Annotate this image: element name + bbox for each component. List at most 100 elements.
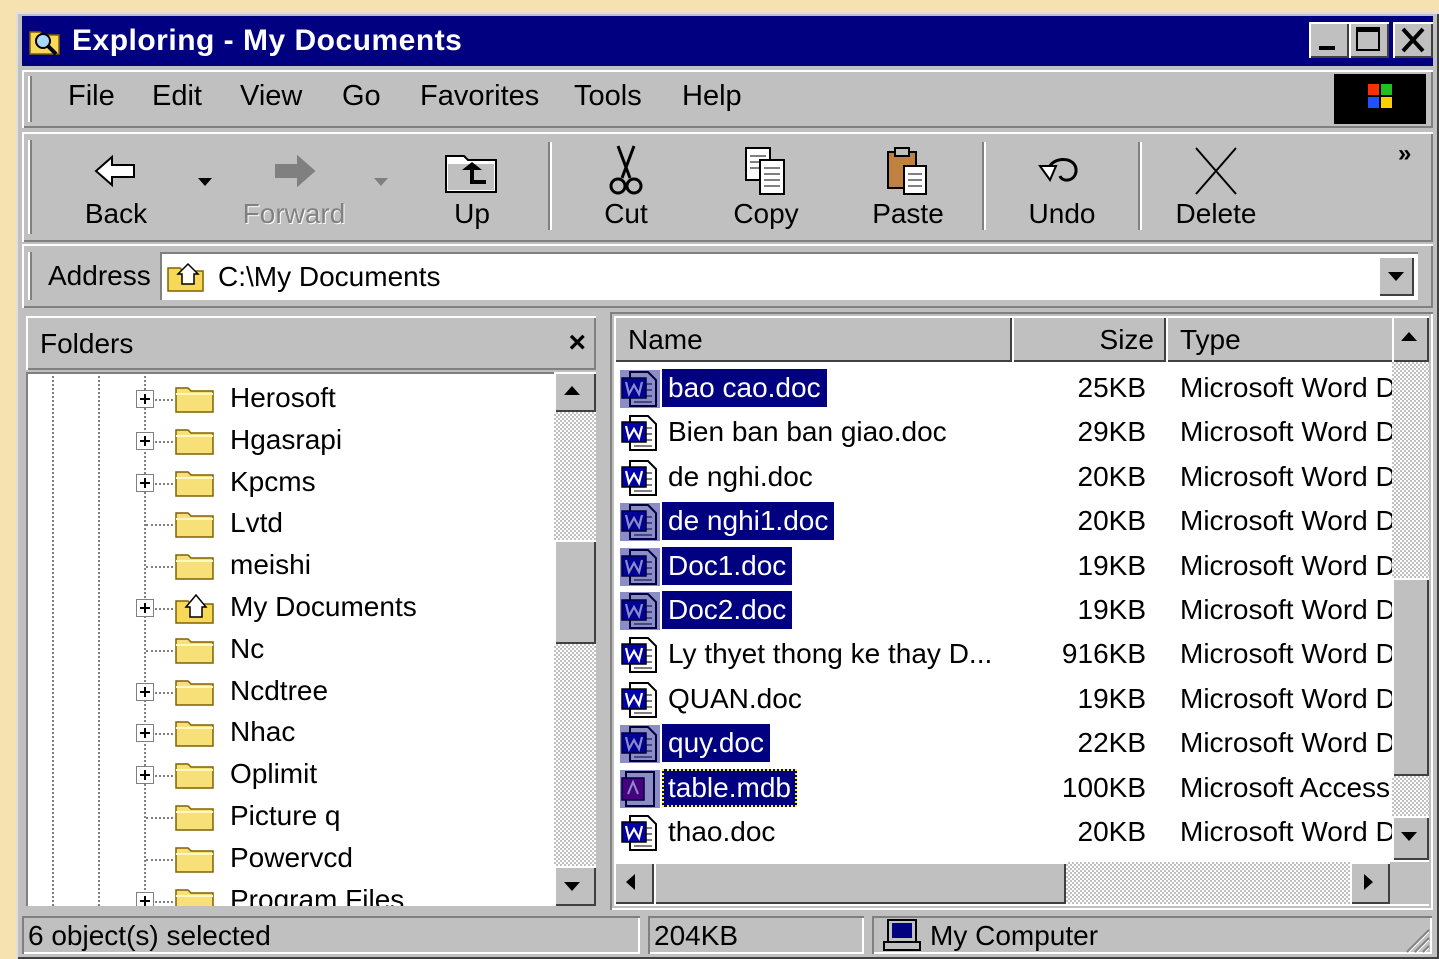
expand-plus-icon[interactable] (136, 473, 154, 492)
toolbar-separator (982, 142, 986, 230)
tree-item[interactable]: Nhac (26, 712, 554, 754)
expand-plus-icon[interactable] (136, 766, 154, 785)
minimize-button[interactable] (1309, 22, 1349, 58)
scroll-up-button[interactable] (1392, 316, 1429, 362)
menu-edit[interactable]: Edit (146, 80, 208, 113)
back-dropdown-arrow[interactable] (198, 178, 212, 186)
toolbar-separator (548, 142, 552, 230)
file-type: Microsoft Word D (1180, 505, 1394, 537)
file-name: Doc1.doc (662, 546, 793, 585)
maximize-button[interactable] (1349, 22, 1389, 58)
column-header-type[interactable]: Type (1166, 316, 1394, 362)
scroll-thumb[interactable] (654, 862, 1066, 904)
tree-connector (146, 817, 173, 819)
file-row[interactable]: Doc1.doc 19KB Microsoft Word D (614, 544, 1394, 588)
folder-tree-scrollbar[interactable] (554, 372, 596, 906)
file-row[interactable]: Ly thyet thong ke thay D... 916KB Microsof… (614, 632, 1394, 676)
folders-close-icon[interactable]: × (568, 326, 586, 360)
back-button[interactable]: Back (56, 138, 176, 234)
file-row[interactable]: bao cao.doc 25KB Microsoft Word D (614, 366, 1394, 410)
file-row[interactable]: Bien ban ban giao.doc 29KB Microsoft Word … (614, 410, 1394, 454)
tree-item[interactable]: Lvtd (26, 503, 554, 545)
scroll-down-button[interactable] (1392, 816, 1429, 860)
scroll-thumb[interactable] (554, 540, 596, 644)
file-row[interactable]: quy.doc 22KB Microsoft Word D (614, 721, 1394, 765)
menu-help[interactable]: Help (676, 80, 748, 113)
tree-item[interactable]: Ncdtree (26, 671, 554, 713)
resize-grip-icon[interactable] (1401, 924, 1431, 954)
file-row[interactable]: table.mdb 100KB Microsoft Access (614, 766, 1394, 810)
file-name: bao cao.doc (662, 369, 827, 407)
tree-item[interactable]: Kpcms (26, 462, 554, 504)
menu-tools[interactable]: Tools (568, 80, 648, 113)
tree-item[interactable]: Hgasrapi (26, 420, 554, 462)
tree-item[interactable]: Program Files (26, 880, 554, 906)
file-row[interactable]: Doc2.doc 19KB Microsoft Word D (614, 588, 1394, 632)
file-row[interactable]: QUAN.doc 19KB Microsoft Word D (614, 677, 1394, 721)
up-label: Up (454, 198, 490, 229)
toolbar-grip[interactable] (28, 140, 32, 234)
tree-item[interactable]: Herosoft (26, 378, 554, 420)
scroll-left-button[interactable] (614, 862, 654, 904)
menu-go[interactable]: Go (336, 80, 387, 113)
file-type: Microsoft Word D (1180, 816, 1394, 847)
cut-button[interactable]: Cut (566, 138, 686, 234)
title-bar[interactable]: Exploring - My Documents (22, 16, 1433, 66)
address-grip[interactable] (28, 252, 32, 300)
delete-button[interactable]: Delete (1156, 138, 1276, 234)
folders-pane: Folders × Herosoft Hgasrapi Kpcms Lvtd meish… (22, 312, 600, 910)
tree-item[interactable]: My Documents (26, 587, 554, 629)
expand-plus-icon[interactable] (136, 682, 154, 701)
tree-item[interactable]: Powervcd (26, 838, 554, 880)
copy-button[interactable]: Copy (706, 138, 826, 234)
status-selection-text: 6 object(s) selected (28, 920, 271, 951)
tree-item[interactable]: Oplimit (26, 754, 554, 796)
file-row[interactable]: de nghi1.doc 20KB Microsoft Word D (614, 499, 1394, 543)
column-header-size[interactable]: Size (1012, 316, 1166, 362)
access-db-icon (620, 769, 660, 808)
expand-plus-icon[interactable] (136, 599, 154, 617)
expand-plus-icon[interactable] (136, 431, 154, 450)
undo-button[interactable]: Undo (1002, 138, 1122, 234)
up-button[interactable]: Up (412, 138, 532, 234)
tree-item[interactable]: meishi (26, 545, 554, 587)
scroll-up-button[interactable] (554, 372, 596, 412)
menu-view[interactable]: View (234, 80, 308, 113)
file-size: 100KB (1061, 771, 1146, 803)
paste-button[interactable]: Paste (848, 138, 968, 234)
my-documents-folder-icon (167, 262, 204, 292)
folder-icon (175, 554, 214, 580)
pane-splitter[interactable] (600, 312, 610, 910)
expand-plus-icon[interactable] (136, 390, 154, 408)
tree-item-label: Kpcms (230, 465, 316, 497)
address-dropdown-button[interactable] (1378, 256, 1414, 296)
tree-item-label: Program Files (230, 883, 405, 906)
toolbar-overflow-chevron[interactable]: » (1398, 140, 1411, 168)
folder-icon (175, 888, 214, 906)
menu-grip[interactable] (28, 76, 32, 122)
file-row[interactable]: thao.doc 20KB Microsoft Word D (614, 810, 1394, 854)
expand-plus-icon[interactable] (136, 891, 154, 906)
word-doc-icon (621, 459, 657, 496)
status-selection-panel: 6 object(s) selected (22, 916, 640, 954)
menu-file[interactable]: File (62, 80, 121, 113)
file-list-vscrollbar[interactable] (1392, 316, 1429, 860)
back-arrow-icon (94, 154, 135, 188)
tree-item[interactable]: Nc (26, 629, 554, 671)
file-row[interactable]: de nghi.doc 20KB Microsoft Word D (614, 455, 1394, 499)
file-list-hscrollbar[interactable] (614, 862, 1390, 904)
scroll-right-button[interactable] (1350, 862, 1390, 904)
forward-dropdown-arrow[interactable] (374, 178, 388, 186)
expand-plus-icon[interactable] (136, 724, 154, 743)
menu-favorites[interactable]: Favorites (414, 80, 545, 113)
scroll-down-button[interactable] (554, 866, 596, 906)
tree-item[interactable]: Picture q (26, 796, 554, 838)
tree-connector (155, 482, 173, 485)
standard-toolbar: Back Forward Up Cut Copy Paste Undo Dele… (22, 132, 1433, 242)
column-header-name[interactable]: Name (614, 316, 1012, 362)
scroll-thumb[interactable] (1392, 578, 1429, 776)
forward-button[interactable]: Forward (234, 138, 354, 234)
address-field[interactable]: C:\My Documents (160, 252, 1418, 300)
close-button[interactable] (1393, 22, 1433, 58)
file-list-pane: Name Size Type bao cao.doc 25KB Microsoft … (610, 312, 1433, 910)
